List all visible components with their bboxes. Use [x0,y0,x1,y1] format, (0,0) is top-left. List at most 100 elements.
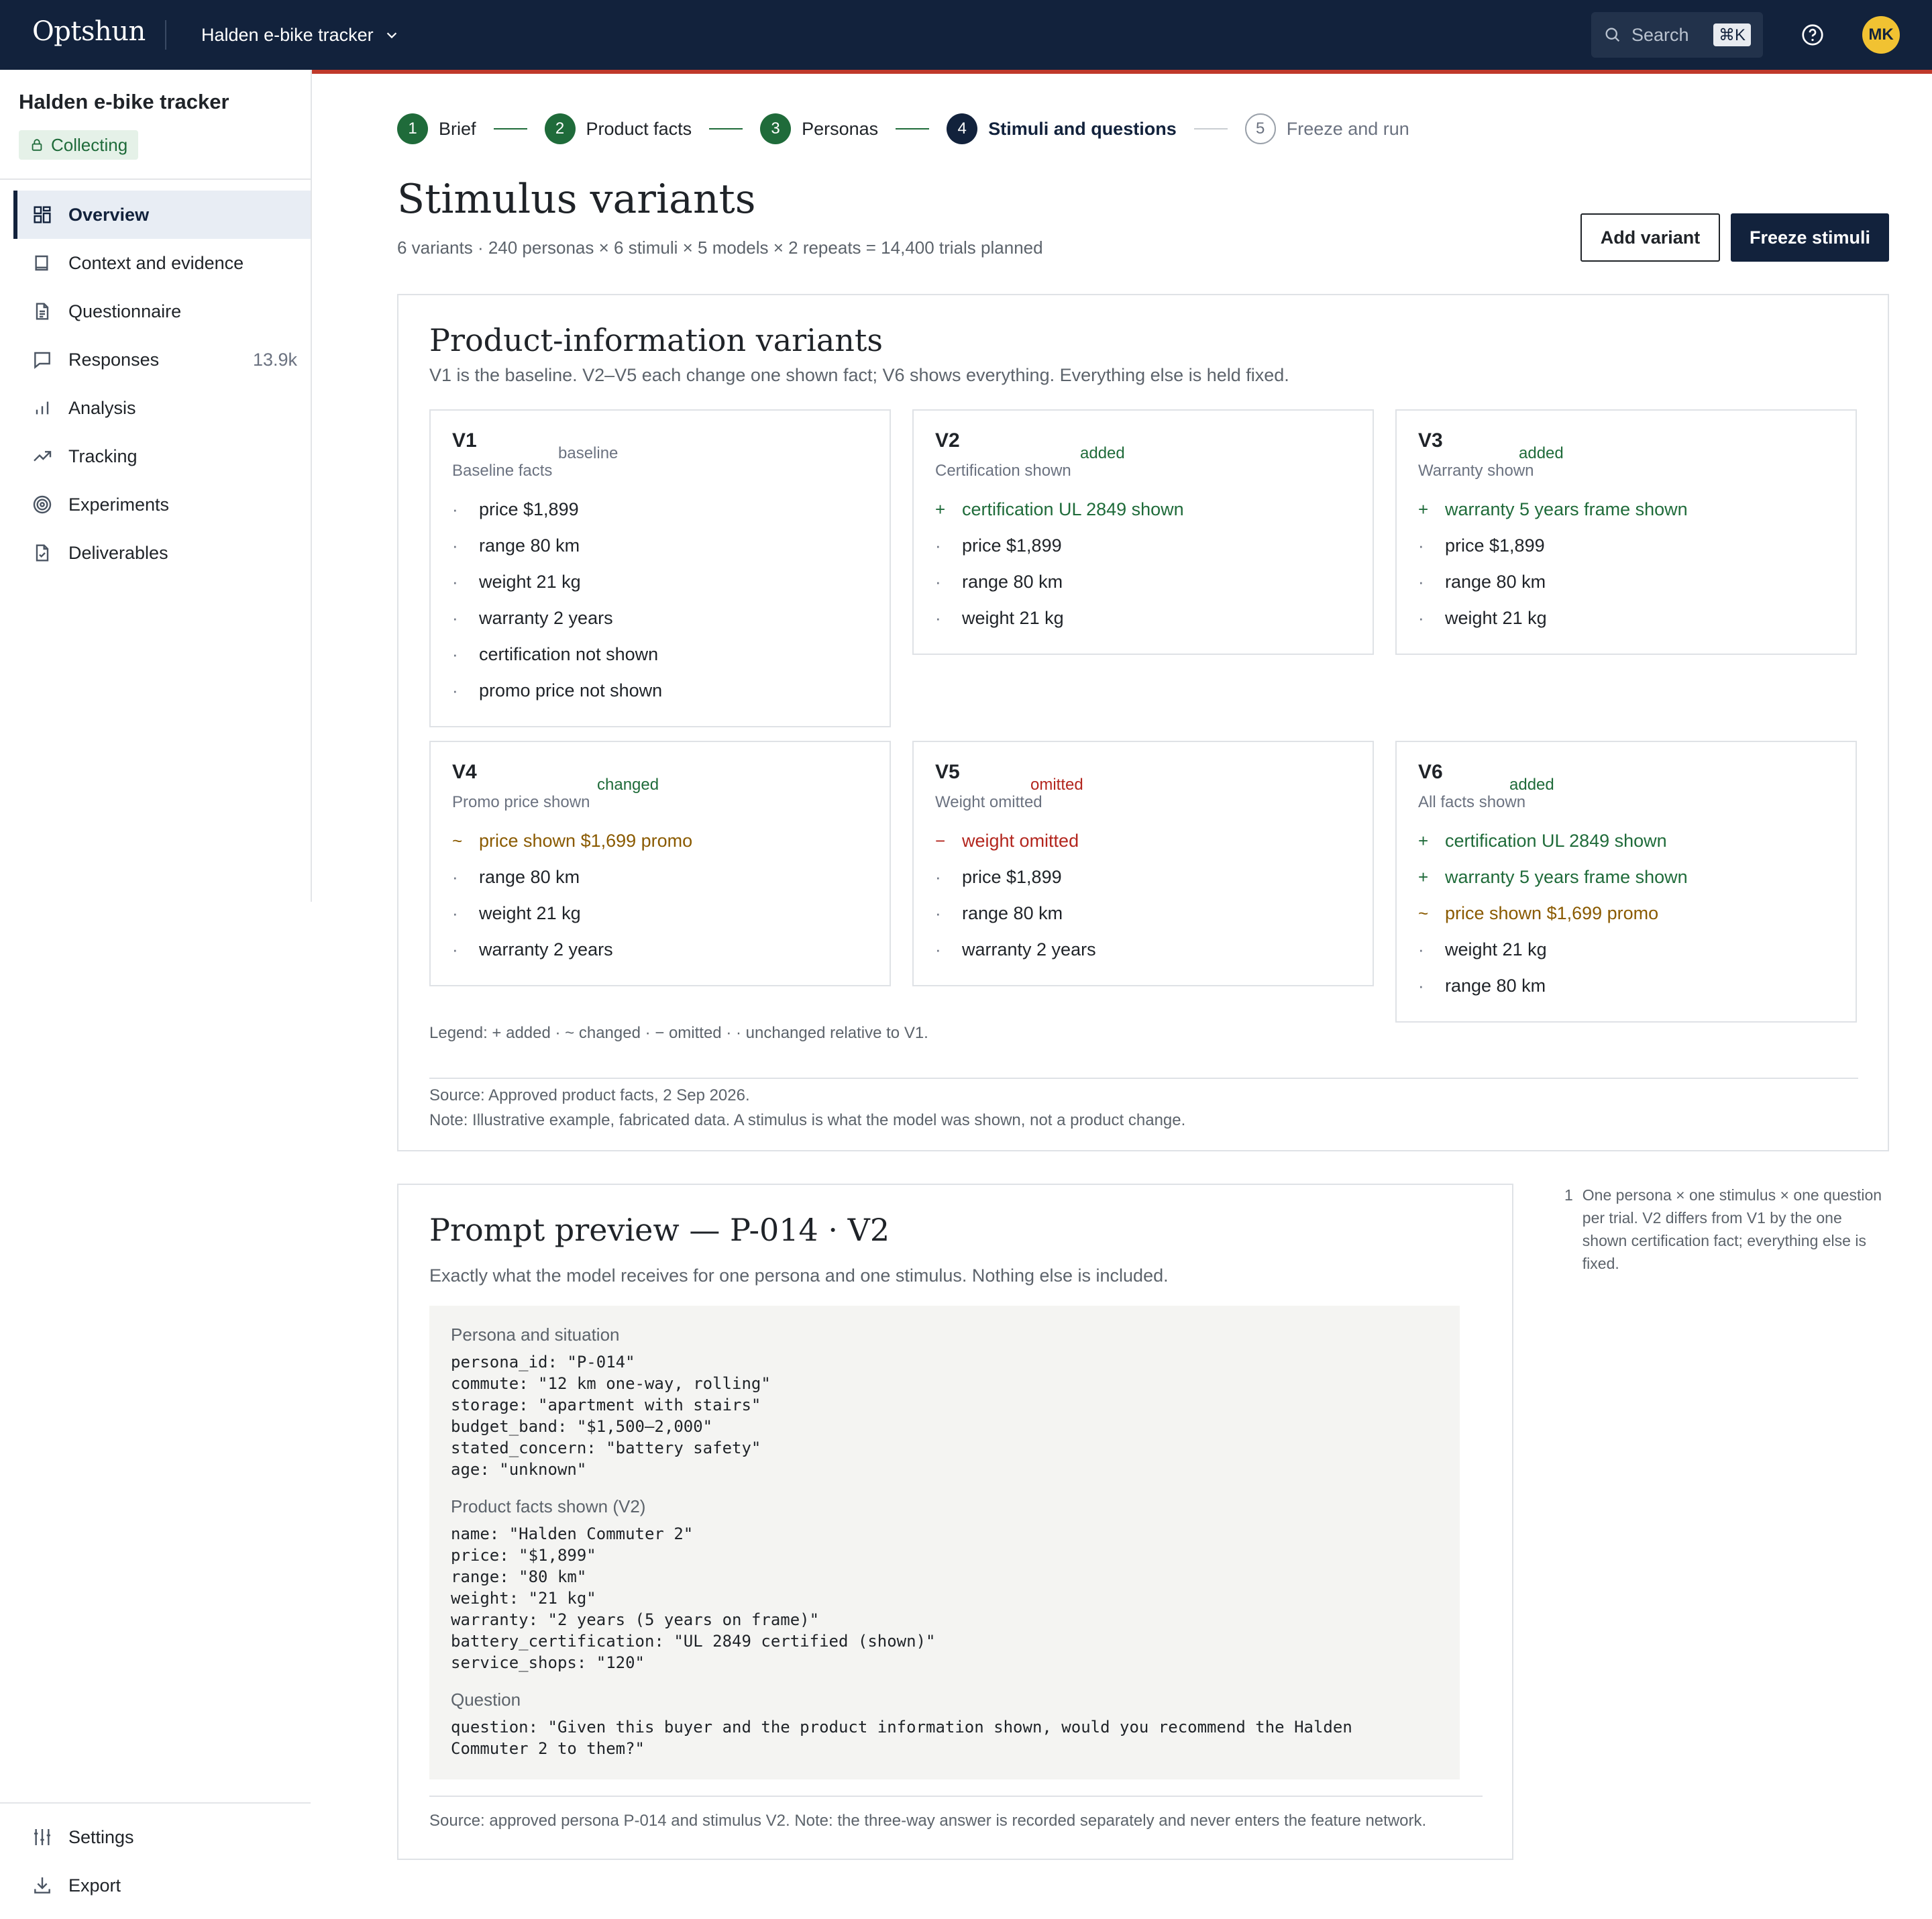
fact-marker: · [452,643,458,664]
step-label: Personas [802,118,879,139]
variant-card-v1[interactable]: V1 baseline Baseline facts · price $1,899 · ra… [429,409,891,727]
fact-text: certification not shown [479,643,659,664]
variant-tag: added [1519,444,1564,462]
variant-card-v4[interactable]: V4 changed Promo price shown ~ price shown $… [429,741,891,986]
variant-id: V3 [1418,429,1443,452]
fact-text: weight omitted [962,830,1079,851]
fact-text: warranty 5 years frame shown [1445,499,1688,519]
prompt-preview-subtitle: Exactly what the model receives for one … [429,1265,1169,1286]
grid-icon [31,203,54,226]
variant-fact: ~ price shown $1,699 promo [452,823,868,859]
variant-name: Certification shown [935,462,1071,480]
document-icon [31,300,54,323]
variant-id: V6 [1418,761,1443,783]
sidebar-item-export[interactable]: Export [13,1861,311,1910]
sidebar-item-settings[interactable]: Settings [13,1813,311,1861]
help-button[interactable] [1798,20,1827,50]
fact-marker: · [935,607,941,628]
sidebar-item-tracking[interactable]: Tracking [13,432,311,480]
fact-marker: · [1418,975,1424,996]
search-input[interactable]: Search ⌘K [1591,12,1763,58]
variant-fact: ~ price shown $1,699 promo [1418,895,1834,931]
variant-fact: · range 80 km [1418,564,1834,600]
sidebar-divider [311,70,312,902]
fact-text: price shown $1,699 promo [1445,902,1659,923]
fact-text: promo price not shown [479,680,663,701]
fact-text: weight 21 kg [479,902,581,923]
fact-text: price $1,899 [962,866,1062,887]
source-line: Source: Approved product facts, 2 Sep 20… [429,1086,750,1104]
variant-fact: · promo price not shown [452,672,868,709]
variant-name: All facts shown [1418,793,1526,811]
step-stimuli-and-questions[interactable]: 4 Stimuli and questions [947,113,1177,144]
side-footnote: 1 One persona × one stimulus × one quest… [1564,1184,1886,1275]
step-number: 4 [947,113,978,144]
lock-icon [32,139,42,151]
avatar[interactable]: MK [1862,16,1900,54]
add-variant-button[interactable]: Add variant [1580,213,1720,262]
fact-text: warranty 2 years [479,939,613,960]
fact-marker: + [935,499,946,519]
variant-tag: added [1509,776,1554,794]
fact-marker: ~ [452,830,463,851]
sidebar-item-deliverables[interactable]: Deliverables [13,529,311,577]
prompt-facts-code: name: "Halden Commuter 2" price: "$1,899… [451,1524,936,1672]
variant-tag: omitted [1030,776,1083,794]
variant-name: Baseline facts [452,462,553,480]
step-label: Freeze and run [1286,118,1409,139]
sliders-icon [31,1826,54,1849]
fact-text: warranty 5 years frame shown [1445,866,1688,887]
note-line: Note: Illustrative example, fabricated d… [429,1111,1186,1129]
sidebar-item-questionnaire[interactable]: Questionnaire [13,287,311,335]
fact-marker: · [1418,607,1424,628]
step-freeze-and-run[interactable]: 5 Freeze and run [1244,113,1409,144]
variants-card-title: Product-information variants [429,322,883,358]
sidebar-item-analysis[interactable]: Analysis [13,384,311,432]
freeze-stimuli-button[interactable]: Freeze stimuli [1731,213,1889,262]
variant-fact: · warranty 2 years [452,600,868,636]
step-product-facts[interactable]: 2 Product facts [544,113,692,144]
step-personas[interactable]: 3 Personas [760,113,878,144]
variant-fact-list: + certification UL 2849 shown + warranty 5 … [1418,823,1834,1004]
variant-card-v6[interactable]: V6 added All facts shown + certification UL … [1395,741,1857,1023]
variant-card-v2[interactable]: V2 added Certification shown + certification… [912,409,1374,655]
fact-marker: · [1418,535,1424,556]
step-brief[interactable]: 1 Brief [397,113,476,144]
footnote-text: One persona × one stimulus × one questio… [1582,1186,1882,1272]
sidebar-item-context[interactable]: Context and evidence [13,239,311,287]
fact-text: range 80 km [1445,975,1546,996]
variant-fact: · warranty 2 years [935,931,1351,968]
step-label: Brief [439,118,476,139]
variant-fact: + certification UL 2849 shown [1418,823,1834,859]
fact-text: certification UL 2849 shown [962,499,1184,519]
sidebar-item-label: Analysis [68,397,136,418]
fact-marker: + [1418,830,1429,851]
fact-text: warranty 2 years [479,607,613,628]
variant-card-v5[interactable]: V5 omitted Weight omitted − weight omitted · p… [912,741,1374,986]
variant-fact: · weight 21 kg [935,600,1351,636]
variant-fact: + certification UL 2849 shown [935,491,1351,527]
variant-card-v3[interactable]: V3 added Warranty shown + warranty 5 years f… [1395,409,1857,655]
variant-tag: changed [597,776,659,794]
step-number: 1 [397,113,428,144]
app-logo[interactable]: Optshun [32,16,146,47]
step-number: 5 [1244,113,1276,144]
responses-count: 13.9k [252,349,297,370]
fact-marker: + [1418,866,1429,887]
prompt-preview-card: Prompt preview — P-014 · V2 Exactly what… [397,1184,1513,1860]
variant-tag: baseline [558,444,619,462]
fact-marker: · [935,571,941,592]
status-badge: Collecting [19,130,139,160]
step-number: 3 [760,113,792,144]
fact-marker: · [935,535,941,556]
variant-id: V1 [452,429,477,452]
chevron-down-icon [386,32,396,39]
sidebar-item-responses[interactable]: Responses 13.9k [13,335,311,384]
project-switcher[interactable]: Halden e-bike tracker [201,20,399,50]
fact-marker: · [935,902,941,923]
fact-text: weight 21 kg [1445,607,1547,628]
sidebar-item-experiments[interactable]: Experiments [13,480,311,529]
sidebar-item-overview[interactable]: Overview [13,191,311,239]
chat-icon [31,348,54,371]
fact-marker: · [452,939,458,960]
